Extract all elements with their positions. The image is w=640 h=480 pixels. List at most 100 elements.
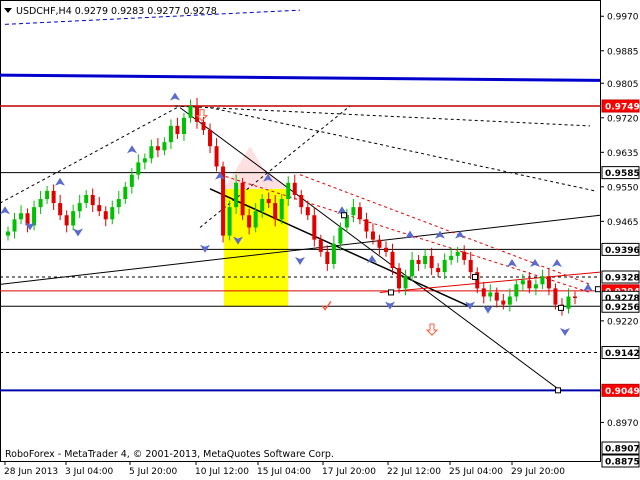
price-tick-label: 0.9465	[607, 218, 639, 228]
candle-body	[208, 129, 213, 147]
price-tick-label: 0.9220	[607, 317, 639, 327]
candle-body	[377, 239, 382, 248]
time-tick-label: 17 Jul 20:00	[322, 467, 376, 477]
symbol-quote-line: USDCHF,H4 0.9279 0.9283 0.9277 0.9278	[16, 6, 217, 17]
candle-body	[155, 146, 160, 151]
candle-body	[566, 296, 571, 309]
candle-body	[397, 268, 402, 289]
candle-body	[390, 251, 395, 269]
candle-body	[481, 288, 486, 297]
anchor-point-marker[interactable]	[472, 274, 478, 281]
chart-window[interactable]: 0.9970 0.9885 0.9805 0.9720 0.9635 0.9550 0.94…	[0, 0, 640, 480]
candle-body	[97, 205, 102, 212]
candle-body	[403, 276, 408, 289]
candle-body	[175, 125, 180, 135]
candle-body	[286, 182, 291, 200]
anchor-point-marker[interactable]	[558, 304, 564, 311]
candle-body	[142, 158, 147, 163]
candle-body	[305, 207, 310, 216]
price-level-label: 0.9142	[605, 349, 640, 359]
price-level-label: 0.9256	[605, 303, 640, 313]
candle-body	[19, 213, 24, 220]
price-tick-label: 0.9720	[607, 114, 639, 124]
price-tick-label: 0.9635	[607, 149, 639, 159]
price-tick-label: 0.8970	[607, 419, 639, 429]
candle-body	[77, 203, 82, 212]
candle-body	[312, 215, 317, 240]
candle-body	[168, 125, 173, 143]
candle-body	[351, 207, 356, 216]
candle-body	[546, 276, 551, 289]
candle-body	[110, 207, 115, 220]
candle-body	[364, 219, 369, 232]
candle-body	[266, 199, 271, 204]
candle-body	[331, 243, 336, 265]
price-level-label: 0.9328	[605, 274, 640, 284]
candle-body	[514, 284, 519, 297]
time-tick-label: 5 Jul 20:00	[129, 467, 178, 477]
price-tick-label: 0.9805	[607, 80, 639, 90]
price-level-label: 0.9396	[605, 246, 640, 256]
time-axis: 28 Jun 2013 3 Jul 04:00 5 Jul 20:00 10 Jul …	[4, 461, 565, 477]
price-tick-label: 0.9550	[607, 183, 639, 193]
candle-body	[318, 239, 323, 252]
price-level-label: 0.9749	[605, 103, 640, 113]
time-tick-label: 22 Jul 12:00	[387, 467, 441, 477]
chart-canvas[interactable]: 0.9970 0.9885 0.9805 0.9720 0.9635 0.9550 0.94…	[0, 0, 640, 480]
candle-body	[338, 227, 343, 244]
time-tick-label: 29 Jul 20:00	[511, 467, 565, 477]
candle-body	[533, 284, 538, 289]
candle-body	[214, 146, 219, 167]
candle-body	[429, 255, 434, 269]
candle-body	[462, 251, 467, 260]
candle-body	[553, 288, 558, 305]
candle-body	[247, 215, 252, 228]
candle-body	[64, 215, 69, 226]
price-level-label: 0.9049	[605, 387, 640, 397]
candle-body	[260, 199, 265, 212]
time-tick-label: 25 Jul 04:00	[449, 467, 503, 477]
candle-body	[12, 219, 17, 232]
time-tick-label: 28 Jun 2013	[4, 467, 58, 477]
anchor-point-marker[interactable]	[555, 387, 561, 394]
anchor-point-marker[interactable]	[341, 212, 347, 219]
price-axis: 0.9970 0.9885 0.9805 0.9720 0.9635 0.9550 0.94…	[600, 13, 640, 468]
anchor-point-marker[interactable]	[595, 286, 601, 293]
candle-body	[325, 251, 330, 265]
candle-body	[90, 194, 95, 206]
candle-body	[436, 268, 441, 273]
plot-frame	[0, 0, 601, 462]
time-tick-label: 10 Jul 12:00	[195, 467, 249, 477]
price-tick-label: 0.9970	[607, 13, 639, 23]
candle-body	[494, 292, 499, 301]
candle-body	[51, 190, 56, 204]
candle-body	[468, 259, 473, 273]
candle-body	[442, 259, 447, 273]
candle-body	[410, 259, 415, 277]
candle-body	[299, 194, 304, 208]
candle-body	[45, 190, 50, 200]
candle-body	[423, 255, 428, 265]
candle-body	[253, 211, 258, 228]
candle-body	[370, 231, 375, 240]
candle-body	[116, 199, 121, 208]
candle-body	[32, 207, 37, 226]
candle-body	[162, 142, 167, 151]
price-tick-label: 0.9885	[607, 47, 639, 57]
candle-body	[6, 231, 10, 236]
time-tick-label: 15 Jul 04:00	[257, 467, 311, 477]
candle-body	[149, 146, 154, 159]
candle-body	[488, 292, 493, 297]
price-level-label: 0.8907	[605, 445, 640, 455]
candle-body	[501, 300, 506, 305]
price-level-label: 0.8875	[605, 458, 640, 468]
candle-body	[279, 199, 284, 220]
candle-body	[273, 203, 278, 220]
candle-body	[455, 251, 460, 256]
anchor-point-marker[interactable]	[388, 289, 394, 296]
candle-body	[357, 207, 362, 220]
candle-body	[195, 106, 199, 122]
candle-body	[540, 276, 545, 285]
candle-body	[188, 106, 193, 118]
candle-body	[129, 174, 134, 187]
